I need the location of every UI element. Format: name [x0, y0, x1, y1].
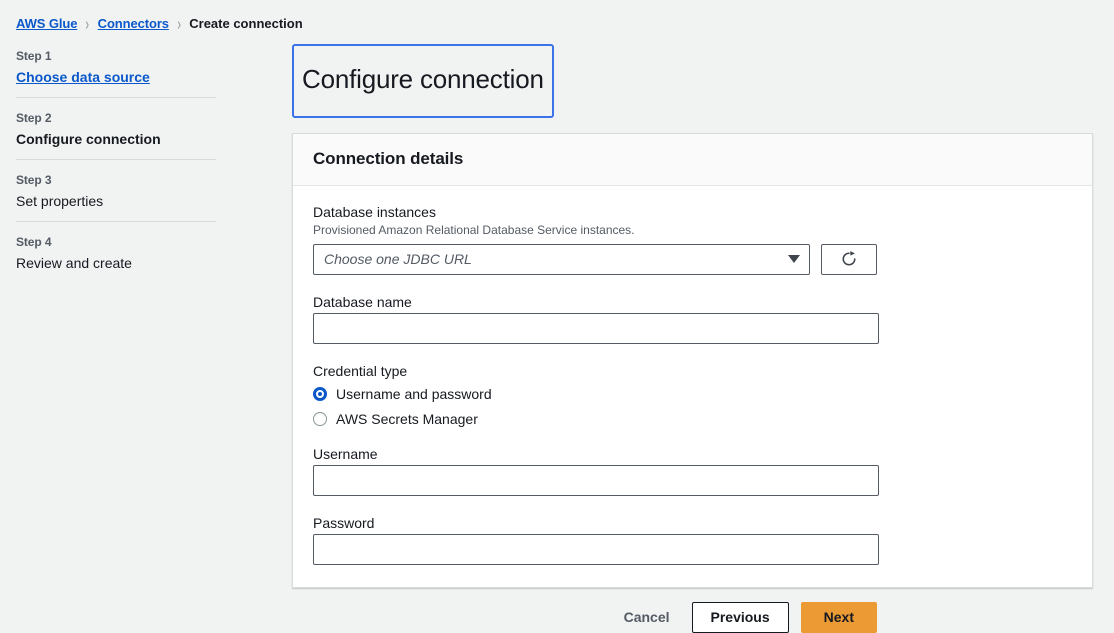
database-name-label: Database name: [313, 294, 1072, 310]
page-title-focus-ring: Configure connection: [292, 44, 554, 118]
sidebar-step-configure-connection[interactable]: Configure connection: [16, 131, 216, 147]
database-name-input[interactable]: [313, 313, 879, 344]
sidebar-step-3: Step 3 Set properties: [16, 159, 216, 221]
card-body: Database instances Provisioned Amazon Re…: [293, 186, 1092, 587]
radio-aws-secrets-manager[interactable]: AWS Secrets Manager: [313, 411, 1072, 427]
wizard-steps-sidebar: Step 1 Choose data source Step 2 Configu…: [0, 44, 216, 283]
card-header: Connection details: [293, 134, 1092, 186]
password-label: Password: [313, 515, 1072, 531]
field-credential-type: Credential type Username and password AW…: [313, 363, 1072, 427]
sidebar-step-1: Step 1 Choose data source: [16, 44, 216, 97]
chevron-down-icon: [788, 255, 800, 263]
breadcrumb-item-create-connection: Create connection: [189, 16, 302, 31]
breadcrumb-item-aws-glue[interactable]: AWS Glue: [16, 16, 77, 31]
sidebar-step-2: Step 2 Configure connection: [16, 97, 216, 159]
sidebar-step-4: Step 4 Review and create: [16, 221, 216, 283]
radio-username-and-password[interactable]: Username and password: [313, 386, 1072, 402]
next-button[interactable]: Next: [801, 602, 877, 633]
main-content: Configure connection Connection details …: [216, 44, 1114, 588]
step-4-number: Step 4: [16, 235, 216, 249]
previous-button[interactable]: Previous: [692, 602, 789, 633]
credential-type-radio-group: Username and password AWS Secrets Manage…: [313, 386, 1072, 427]
step-2-number: Step 2: [16, 111, 216, 125]
radio-button-unselected-icon[interactable]: [313, 412, 327, 426]
wizard-footer-actions: Cancel Previous Next: [76, 602, 877, 633]
connection-details-card: Connection details Database instances Pr…: [292, 133, 1093, 588]
field-database-instances: Database instances Provisioned Amazon Re…: [313, 204, 1072, 275]
refresh-icon: [840, 250, 858, 268]
username-input[interactable]: [313, 465, 879, 496]
radio-username-and-password-label: Username and password: [336, 386, 492, 402]
username-label: Username: [313, 446, 1072, 462]
breadcrumb: AWS Glue › Connectors › Create connectio…: [0, 0, 1114, 33]
sidebar-step-set-properties[interactable]: Set properties: [16, 193, 216, 209]
database-instances-select-value: Choose one JDBC URL: [324, 251, 472, 267]
field-username: Username: [313, 446, 1072, 496]
field-password: Password: [313, 515, 1072, 565]
sidebar-step-review-and-create[interactable]: Review and create: [16, 255, 216, 271]
step-3-number: Step 3: [16, 173, 216, 187]
refresh-button[interactable]: [821, 244, 877, 275]
password-input[interactable]: [313, 534, 879, 565]
page-layout: Step 1 Choose data source Step 2 Configu…: [0, 33, 1114, 588]
database-instances-controls: Choose one JDBC URL: [313, 244, 1072, 275]
database-instances-select[interactable]: Choose one JDBC URL: [313, 244, 810, 275]
database-instances-label: Database instances: [313, 204, 1072, 220]
card-header-title: Connection details: [313, 149, 1072, 169]
breadcrumb-item-connectors[interactable]: Connectors: [98, 16, 169, 31]
step-1-number: Step 1: [16, 49, 216, 63]
cancel-button[interactable]: Cancel: [614, 603, 680, 631]
radio-button-selected-icon[interactable]: [313, 387, 327, 401]
database-instances-description: Provisioned Amazon Relational Database S…: [313, 223, 1072, 237]
breadcrumb-separator-icon: ›: [177, 14, 181, 32]
breadcrumb-separator-icon: ›: [86, 14, 90, 32]
page-title: Configure connection: [302, 65, 544, 94]
radio-aws-secrets-manager-label: AWS Secrets Manager: [336, 411, 478, 427]
field-database-name: Database name: [313, 294, 1072, 344]
sidebar-step-choose-data-source[interactable]: Choose data source: [16, 69, 216, 85]
credential-type-label: Credential type: [313, 363, 1072, 379]
